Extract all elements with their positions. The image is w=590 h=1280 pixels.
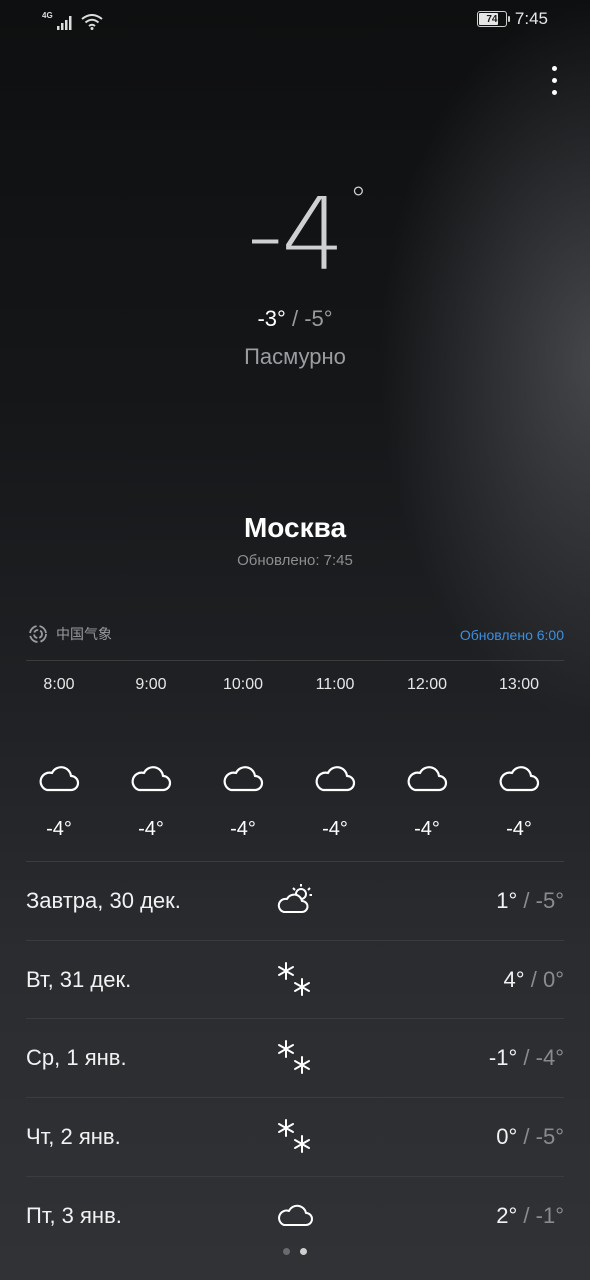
snow-icon <box>278 1040 310 1074</box>
page-indicator <box>0 1248 590 1255</box>
daily-low: -4° <box>535 1045 564 1070</box>
daily-row[interactable]: Вт, 31 дек. 4° / 0° <box>26 941 564 1020</box>
dot-icon <box>551 65 557 71</box>
hourly-temp: -4° <box>414 818 440 840</box>
snow-icon <box>278 1119 310 1153</box>
cloud-icon <box>407 766 448 792</box>
more-options-button[interactable] <box>540 60 568 100</box>
hourly-temp: -4° <box>230 818 256 840</box>
daily-row[interactable]: Ср, 1 янв. -1° / -4° <box>26 1019 564 1098</box>
daily-separator: / <box>523 1045 530 1070</box>
cloud-icon <box>39 766 80 792</box>
hourly-time: 10:00 <box>222 676 264 693</box>
battery-icon: 74 <box>476 11 510 27</box>
cloud-icon <box>499 766 540 792</box>
daily-high: 1° <box>496 888 518 913</box>
daily-separator: / <box>530 967 537 992</box>
cloud-icon <box>131 766 172 792</box>
cloud-icon <box>315 766 356 792</box>
daily-high: 2° <box>496 1203 518 1228</box>
daily-low: -5° <box>535 1124 564 1149</box>
hourly-temp: -4° <box>506 818 532 840</box>
current-temperature: -4 ° <box>0 180 590 290</box>
network-type: 4G <box>42 11 53 20</box>
cloud-icon <box>278 1204 313 1226</box>
page-dot <box>283 1248 290 1255</box>
daily-temps: 1° / -5° <box>496 888 564 914</box>
hourly-temp: -4° <box>46 818 72 840</box>
daily-temps: 0° / -5° <box>496 1124 564 1150</box>
hourly-time: 8:00 <box>43 676 75 693</box>
updated-time: Обновлено: 7:45 <box>237 552 353 569</box>
current-high-low: -3° / -5° <box>0 306 590 332</box>
daily-separator: / <box>523 1124 530 1149</box>
data-source[interactable]: 中国气象 <box>28 624 112 644</box>
daily-temps: -1° / -4° <box>489 1045 564 1071</box>
daily-low: -1° <box>535 1203 564 1228</box>
daily-row[interactable]: Завтра, 30 дек. 1° / -5° <box>26 862 564 941</box>
current-low: -5° <box>304 306 333 331</box>
status-bar: 4G 74 7:45 <box>0 0 590 40</box>
daily-high: 0° <box>496 1124 518 1149</box>
current-temperature-value: -4 <box>247 176 345 293</box>
source-name: 中国气象 <box>56 626 112 642</box>
dot-icon <box>551 89 557 95</box>
page-dot <box>300 1248 307 1255</box>
partly-cloudy-icon <box>277 884 312 913</box>
wifi-icon <box>81 14 103 30</box>
hourly-time: 11:00 <box>315 676 355 693</box>
battery-percent: 74 <box>486 13 498 25</box>
daily-separator: / <box>523 888 530 913</box>
cloud-icon <box>223 766 264 792</box>
daily-temps: 4° / 0° <box>504 967 564 993</box>
hourly-temp: -4° <box>322 818 348 840</box>
hourly-forecast[interactable]: 8:00 -4° 9:00 -4° 10:00 -4° 11:00 -4° 12… <box>13 660 590 860</box>
hourly-time: 9:00 <box>135 676 167 693</box>
degree-symbol: ° <box>349 180 367 220</box>
daily-high: 4° <box>503 967 525 992</box>
daily-date: Чт, 2 янв. <box>26 1124 121 1149</box>
daily-high: -1° <box>488 1045 518 1070</box>
daily-temps: 2° / -1° <box>496 1203 564 1229</box>
signal-icon <box>56 16 72 30</box>
status-right: 74 7:45 <box>476 9 548 29</box>
daily-date: Ср, 1 янв. <box>26 1045 127 1070</box>
daily-row[interactable]: Пт, 3 янв. 2° / -1° <box>26 1177 564 1256</box>
high-low-separator: / <box>291 306 299 331</box>
city-name[interactable]: Москва <box>0 512 590 544</box>
weather-screen: 4G 74 7:45 -4 ° -3° / -5° Пасмурно Москв… <box>0 0 590 1280</box>
daily-date: Пт, 3 янв. <box>26 1203 122 1228</box>
snow-icon <box>278 962 310 996</box>
current-high: -3° <box>257 306 286 331</box>
hourly-temp: -4° <box>138 818 164 840</box>
dot-icon <box>551 77 557 83</box>
daily-date: Вт, 31 дек. <box>26 967 132 992</box>
source-updated: Обновлено 6:00 <box>459 627 564 643</box>
daily-row[interactable]: Чт, 2 янв. 0° / -5° <box>26 1098 564 1177</box>
cma-logo-icon <box>29 625 47 643</box>
daily-date: Завтра, 30 дек. <box>26 888 181 913</box>
daily-separator: / <box>523 1203 530 1228</box>
hourly-time: 12:00 <box>406 676 448 693</box>
hourly-time: 13:00 <box>498 676 540 693</box>
status-time: 7:45 <box>514 9 548 28</box>
daily-low: -5° <box>535 888 564 913</box>
status-left: 4G <box>42 10 103 30</box>
current-condition: Пасмурно <box>244 344 346 369</box>
daily-low: 0° <box>542 967 564 992</box>
